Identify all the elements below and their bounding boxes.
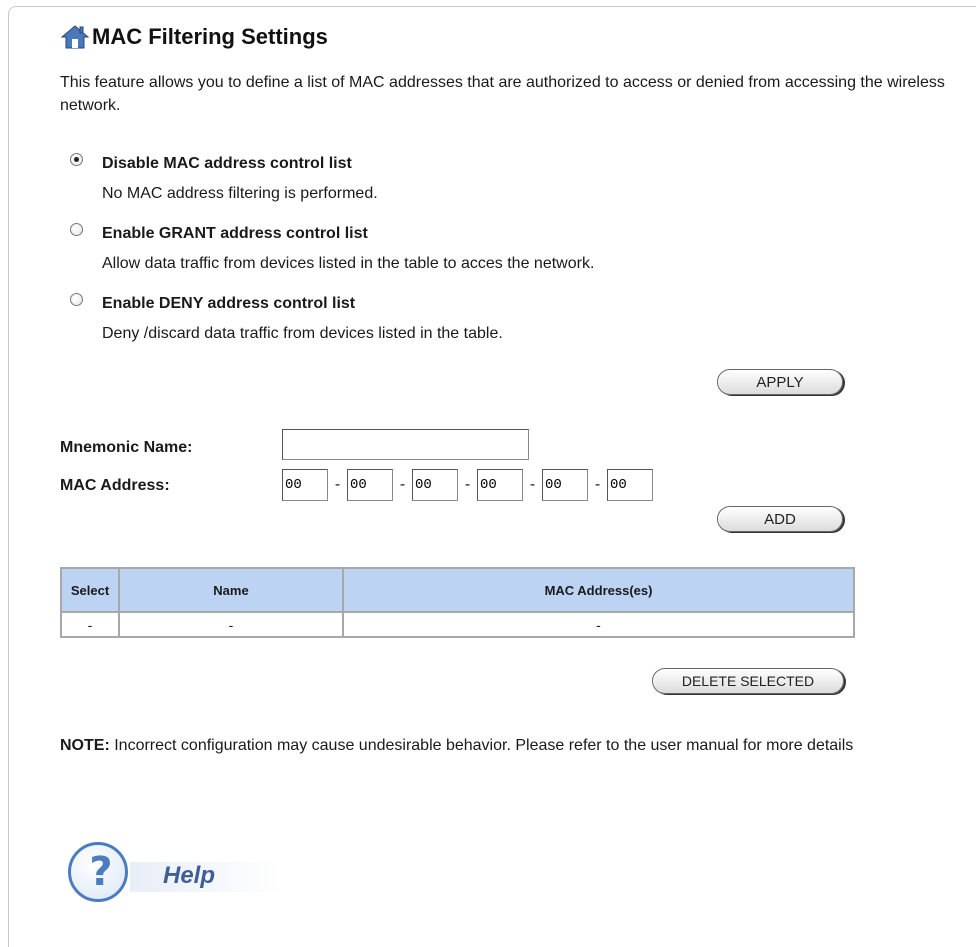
- apply-button[interactable]: APPLY: [717, 369, 843, 395]
- mac-octet-5-input[interactable]: [542, 469, 588, 501]
- intro-text: This feature allows you to define a list…: [60, 74, 945, 114]
- cell-mac: -: [342, 611, 855, 638]
- radio-deny-label[interactable]: Enable DENY address control list: [102, 295, 355, 313]
- note-body: Incorrect configuration may cause undesi…: [109, 737, 854, 754]
- option-disable[interactable]: Disable MAC address control list No MAC …: [70, 150, 870, 220]
- mac-address-label: MAC Address:: [60, 477, 170, 494]
- delete-selected-button[interactable]: DELETE SELECTED: [652, 668, 844, 694]
- radio-grant[interactable]: [70, 223, 83, 236]
- mac-octet-3-input[interactable]: [412, 469, 458, 501]
- radio-disable[interactable]: [70, 153, 83, 166]
- mac-separator: -: [399, 476, 406, 493]
- mnemonic-name-input[interactable]: [282, 429, 529, 460]
- help-label[interactable]: Help: [163, 862, 215, 890]
- note-text: NOTE: Incorrect configuration may cause …: [60, 734, 940, 757]
- column-header-select: Select: [60, 567, 120, 613]
- radio-grant-desc: Allow data traffic from devices listed i…: [102, 255, 595, 272]
- radio-deny[interactable]: [70, 293, 83, 306]
- option-grant[interactable]: Enable GRANT address control list Allow …: [70, 220, 870, 290]
- column-header-name: Name: [118, 567, 344, 613]
- help-link[interactable]: ? Help: [68, 842, 288, 910]
- cell-select: -: [60, 611, 120, 638]
- radio-disable-desc: No MAC address filtering is performed.: [102, 185, 378, 202]
- mac-separator: -: [594, 476, 601, 493]
- mac-octet-6-input[interactable]: [607, 469, 653, 501]
- note-prefix: NOTE:: [60, 737, 110, 754]
- help-question-icon[interactable]: ?: [68, 842, 128, 902]
- mac-list-table: Select Name MAC Address(es) - - -: [60, 567, 855, 638]
- cell-name: -: [118, 611, 344, 638]
- mnemonic-name-label: Mnemonic Name:: [60, 439, 193, 456]
- mac-octet-1-input[interactable]: [282, 469, 328, 501]
- table-row: - - -: [60, 611, 855, 638]
- page-title: MAC Filtering Settings: [92, 24, 328, 49]
- radio-disable-label[interactable]: Disable MAC address control list: [102, 155, 352, 173]
- mac-control-options: Disable MAC address control list No MAC …: [70, 150, 870, 360]
- mac-octet-4-input[interactable]: [477, 469, 523, 501]
- mac-separator: -: [334, 476, 341, 493]
- mac-address-fields: - - - - -: [282, 469, 653, 501]
- mac-octet-2-input[interactable]: [347, 469, 393, 501]
- mac-separator: -: [464, 476, 471, 493]
- home-icon: [60, 25, 90, 49]
- table-header-row: Select Name MAC Address(es): [60, 567, 855, 613]
- column-header-mac: MAC Address(es): [342, 567, 855, 613]
- mac-separator: -: [529, 476, 536, 493]
- radio-deny-desc: Deny /discard data traffic from devices …: [102, 325, 503, 342]
- add-button[interactable]: ADD: [717, 506, 843, 532]
- radio-grant-label[interactable]: Enable GRANT address control list: [102, 225, 368, 243]
- option-deny[interactable]: Enable DENY address control list Deny /d…: [70, 290, 870, 360]
- page-header: MAC Filtering Settings: [60, 24, 328, 50]
